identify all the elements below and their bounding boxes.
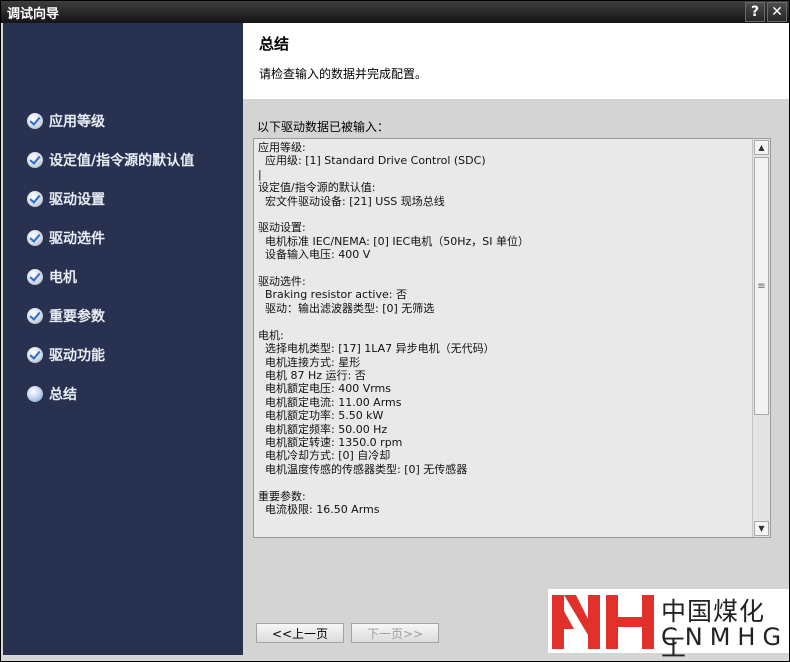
summary-line: 驱动选件: (258, 275, 306, 289)
sidebar-item-label: 驱动设置 (49, 192, 105, 208)
summary-line: 电机温度传感的传感器类型: [0] 无传感器 (258, 462, 468, 476)
check-icon (27, 308, 43, 324)
check-icon (27, 347, 43, 363)
summary-line: 应用级: [1] Standard Drive Control (SDC) (258, 154, 486, 168)
wizard-steps-sidebar: 应用等级 设定值/指令源的默认值 驱动设置 驱动选件 电机 重要参数 驱动功能 (3, 23, 243, 655)
summary-line: 设定值/指令源的默认值: (258, 181, 376, 195)
summary-line: 设备输入电压: 400 V (258, 248, 371, 262)
title-bar[interactable]: 调试向导 ? ✕ (1, 1, 789, 23)
sidebar-item-setpoint-defaults[interactable]: 设定值/指令源的默认值 (27, 150, 194, 170)
summary-line: 驱动：输出滤波器类型: [0] 无筛选 (258, 301, 435, 315)
summary-line (258, 262, 752, 275)
sidebar-item-application-class[interactable]: 应用等级 (27, 111, 105, 131)
commissioning-wizard-window: 调试向导 ? ✕ 应用等级 设定值/指令源的默认值 驱动设置 驱动选件 电机 重… (0, 0, 790, 662)
summary-line: 电机额定电流: 11.00 Arms (258, 395, 402, 409)
summary-line: 电机额定电压: 400 Vrms (258, 382, 391, 396)
summary-line: 电机额定转速: 1350.0 rpm (258, 435, 403, 449)
summary-line: 电机冷却方式: [0] 自冷却 (258, 449, 391, 463)
summary-line (258, 315, 752, 328)
check-icon (27, 269, 43, 285)
page-subtitle: 请检查输入的数据并完成配置。 (259, 67, 428, 81)
summary-line: 电机 87 Hz 运行: 否 (258, 368, 366, 382)
summary-line: 电机连接方式: 星形 (258, 355, 361, 369)
summary-line: 应用等级: (258, 141, 306, 154)
window-title: 调试向导 (7, 6, 60, 22)
sidebar-item-drive-options[interactable]: 驱动选件 (27, 228, 105, 248)
sidebar-item-label: 设定值/指令源的默认值 (49, 153, 195, 169)
wizard-content: 总结 请检查输入的数据并完成配置。 以下驱动数据已被输入： 应用等级: 应用级:… (243, 23, 789, 655)
summary-line: 宏文件驱动设备: [21] USS 现场总线 (258, 194, 445, 208)
sidebar-item-label: 驱动选件 (49, 231, 105, 247)
summary-intro-text: 以下驱动数据已被输入： (257, 120, 390, 134)
summary-line (258, 476, 752, 489)
summary-line: | (258, 167, 262, 181)
summary-line: 驱动设置: (258, 221, 306, 235)
sidebar-item-label: 总结 (49, 387, 77, 403)
mh-logo-icon (552, 595, 654, 649)
summary-line: 重要参数: (258, 489, 306, 503)
scroll-thumb[interactable]: ≡ (754, 157, 769, 415)
help-button[interactable]: ? (745, 2, 765, 22)
close-button[interactable]: ✕ (767, 2, 787, 22)
summary-line: 电流极限: 16.50 Arms (258, 502, 380, 516)
sidebar-item-label: 驱动功能 (49, 348, 105, 364)
previous-page-button[interactable]: <<上一页 (256, 623, 344, 643)
sidebar-item-label: 电机 (49, 270, 77, 286)
summary-line (258, 208, 752, 221)
sidebar-item-summary[interactable]: 总结 (27, 384, 77, 404)
page-header: 总结 请检查输入的数据并完成配置。 (243, 23, 789, 99)
sidebar-item-label: 应用等级 (49, 114, 105, 130)
summary-line: 电机额定功率: 5.50 kW (258, 409, 384, 423)
sidebar-item-motor[interactable]: 电机 (27, 267, 77, 287)
scroll-up-arrow-icon[interactable]: ▲ (754, 140, 769, 155)
grip-icon: ≡ (757, 280, 766, 292)
sidebar-item-drive-settings[interactable]: 驱动设置 (27, 189, 105, 209)
check-icon (27, 230, 43, 246)
vertical-scrollbar[interactable]: ▲ ≡ ▼ (752, 139, 770, 537)
check-icon (27, 113, 43, 129)
summary-line: Braking resistor active: 否 (258, 288, 407, 302)
summary-textbox[interactable]: 应用等级: 应用级: [1] Standard Drive Control (S… (253, 138, 771, 538)
sidebar-item-important-parameters[interactable]: 重要参数 (27, 306, 105, 326)
scroll-down-arrow-icon[interactable]: ▼ (754, 521, 769, 536)
summary-line: 电机标准 IEC/NEMA: [0] IEC电机（50Hz，SI 单位） (258, 234, 529, 248)
sidebar-item-drive-functions[interactable]: 驱动功能 (27, 345, 105, 365)
next-page-button[interactable]: 下一页>> (351, 623, 439, 643)
check-icon (27, 152, 43, 168)
summary-line: 电机额定频率: 50.00 Hz (258, 422, 388, 436)
summary-content[interactable]: 应用等级: 应用级: [1] Standard Drive Control (S… (258, 141, 752, 535)
summary-line: 电机: (258, 328, 284, 342)
current-step-icon (27, 386, 43, 402)
check-icon (27, 191, 43, 207)
sidebar-item-label: 重要参数 (49, 309, 105, 325)
summary-line: 选择电机类型: [17] 1LA7 异步电机（无代码） (258, 342, 495, 356)
cnmhg-watermark: 中国煤化工 CNMHG (548, 589, 789, 662)
watermark-latin-text: CNMHG (661, 623, 789, 651)
page-title: 总结 (259, 35, 290, 53)
